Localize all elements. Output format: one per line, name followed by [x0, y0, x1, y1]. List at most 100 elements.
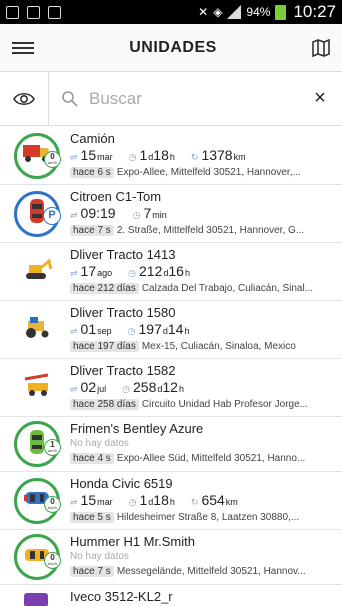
date-value: 17: [80, 263, 97, 279]
unit-list-item[interactable]: Iveco 3512-KL2_r: [0, 585, 342, 606]
duration-a: 212: [139, 263, 163, 279]
unit-avatar: [4, 247, 70, 296]
unit-name: Dliver Tracto 1580: [70, 305, 176, 320]
clock-icon: ◷: [132, 210, 141, 220]
unit-list-item[interactable]: 1 km/h Frimen's Bentley Azure No hay datos h…: [0, 417, 342, 472]
unit-info: Hummer H1 Mr.Smith No hay datos hace 7 s Me…: [70, 534, 338, 580]
duration-stat: ◷ 258 d 12 h: [122, 379, 184, 397]
last-date-stat: ⇌ 02 jul: [70, 379, 106, 397]
duration-stat: ◷ 212 d 16 h: [128, 263, 190, 281]
last-update-badge: hace 258 días: [70, 399, 139, 410]
distance-stat: ↻ 1378 km: [191, 147, 246, 165]
unit-avatar: [4, 589, 70, 606]
calendar-icon: ⇌: [70, 268, 78, 278]
unit-name: Hummer H1 Mr.Smith: [70, 534, 195, 549]
speed-unit: km/h: [48, 504, 57, 510]
map-icon[interactable]: [312, 38, 330, 57]
no-data-text: No hay datos: [70, 551, 129, 562]
speed-unit: km/h: [48, 448, 57, 453]
unit-avatar: 0 km/h: [4, 131, 70, 180]
date-value: 01: [80, 321, 97, 337]
unit-list: 0 km/h Camión ⇌ 15 mar ◷ 1 d 18 h ↻ 1378 km hace 6 s Ex…: [0, 127, 342, 606]
no-data-text: No hay datos: [70, 438, 129, 449]
clear-search-button[interactable]: ×: [310, 87, 330, 110]
calendar-icon: ⇌: [70, 210, 78, 220]
image-notification-icon: [27, 5, 40, 19]
calendar-icon: ⇌: [70, 384, 78, 394]
unit-info: Iveco 3512-KL2_r: [70, 589, 338, 606]
unit-name: Citroen C1-Tom: [70, 189, 162, 204]
duration-stat: ◷ 197 d 14 h: [128, 321, 190, 339]
unit-list-item[interactable]: 0 km/h Hummer H1 Mr.Smith No hay datos hace …: [0, 530, 342, 585]
date-value: 09:19: [80, 205, 116, 221]
speed-badge: 0 km/h: [44, 552, 61, 569]
duration-b-unit: h: [178, 384, 184, 394]
unit-stats: ⇌ 02 jul ◷ 258 d 12 h: [70, 379, 338, 397]
notification-icons: [6, 5, 61, 19]
unit-list-item[interactable]: Dliver Tracto 1580 ⇌ 01 sep ◷ 197 d 14 h hace 197…: [0, 301, 342, 359]
duration-a: 197: [138, 321, 162, 337]
calendar-icon: ⇌: [70, 152, 78, 162]
duration-b: 12: [162, 379, 178, 395]
status-ring: 0 km/h: [14, 132, 61, 179]
unit-address-line: hace 258 días Circuito Unidad Hab Profeso…: [70, 397, 338, 412]
unit-list-item[interactable]: 0 km/h Camión ⇌ 15 mar ◷ 1 d 18 h ↻ 1378 km hace 6 s Ex…: [0, 127, 342, 185]
unit-list-item[interactable]: P Citroen C1-Tom ⇌ 09:19 ◷ 7 min hace 7 s 2. Str…: [0, 185, 342, 243]
duration-a: 258: [133, 379, 157, 395]
unit-info: Dliver Tracto 1413 ⇌ 17 ago ◷ 212 d 16 h hace 212…: [70, 247, 338, 296]
unit-info: Frimen's Bentley Azure No hay datos hace 4…: [70, 421, 338, 467]
last-update-badge: hace 6 s: [70, 167, 114, 178]
duration-a: 1: [139, 492, 148, 508]
calendar-icon: ⇌: [70, 497, 78, 507]
clock-icon: ◷: [122, 384, 130, 394]
distance-value: 1378: [201, 147, 233, 163]
unit-name: Dliver Tracto 1413: [70, 247, 176, 262]
unit-avatar: P: [4, 189, 70, 238]
distance-stat: ↻ 654 km: [191, 492, 238, 510]
unit-list-item[interactable]: 0 km/h Honda Civic 6519 ⇌ 15 mar ◷ 1 d 18 h ↻ 654 km h…: [0, 472, 342, 530]
duration-b-unit: h: [169, 152, 175, 162]
calendar-icon: ⇌: [70, 326, 78, 336]
unit-list-item[interactable]: Dliver Tracto 1413 ⇌ 17 ago ◷ 212 d 16 h hace 212…: [0, 243, 342, 301]
visibility-toggle-button[interactable]: [0, 72, 49, 125]
date-value: 02: [80, 379, 97, 395]
route-icon: ↻: [190, 152, 199, 162]
speed-unit: km/h: [48, 159, 57, 165]
unit-info: Dliver Tracto 1580 ⇌ 01 sep ◷ 197 d 14 h hace 197…: [70, 305, 338, 354]
search-input[interactable]: [89, 88, 310, 109]
search-row: ×: [0, 72, 342, 126]
address-text: Calzada Del Trabajo, Culiacán, Sinal...: [141, 283, 314, 294]
distance-unit: km: [233, 152, 246, 162]
distance-unit: km: [225, 497, 238, 507]
unit-list-item[interactable]: Dliver Tracto 1582 ⇌ 02 jul ◷ 258 d 12 h hace 258…: [0, 359, 342, 417]
hamburger-menu-icon[interactable]: [12, 41, 34, 54]
clock-icon: ◷: [127, 326, 136, 336]
clipboard-notification-icon: [48, 5, 61, 19]
unit-name: Dliver Tracto 1582: [70, 363, 176, 378]
wifi-icon: ◈: [213, 5, 223, 19]
unit-stats: ⇌ 15 mar ◷ 1 d 18 h ↻ 654 km: [70, 492, 338, 510]
unit-avatar: 0 km/h: [4, 534, 70, 580]
search-icon: [62, 90, 78, 107]
date-value: 15: [80, 147, 97, 163]
status-ring: P: [14, 190, 61, 237]
unit-address-line: hace 197 días Mex-15, Culiacán, Sinaloa, …: [70, 339, 338, 354]
duration-stat: ◷ 1 d 18 h: [129, 147, 175, 165]
route-icon: ↻: [190, 497, 199, 507]
unit-name: Camión: [70, 131, 115, 146]
last-update-badge: hace 212 días: [70, 283, 139, 294]
duration-stat: ◷ 1 d 18 h: [129, 492, 175, 510]
signal-icon: [227, 5, 242, 19]
system-icons: ✕ ◈ 94% 10:27: [198, 2, 336, 22]
unit-address-line: hace 7 s 2. Straße, Mittelfeld 30521, Han…: [70, 223, 338, 238]
unit-avatar: 1 km/h: [4, 421, 70, 467]
duration-stat: ◷ 7 min: [133, 205, 167, 223]
unit-address-line: hace 6 s Expo-Allee, Mittelfeld 30521, Ha…: [70, 165, 338, 180]
last-date-stat: ⇌ 15 mar: [70, 147, 113, 165]
address-text: 2. Straße, Mittelfeld 30521, Hannover, G…: [116, 225, 305, 236]
duration-b-unit: h: [184, 326, 190, 336]
duration-a-unit: min: [152, 210, 167, 220]
unit-stats: ⇌ 01 sep ◷ 197 d 14 h: [70, 321, 338, 339]
clock: 10:27: [293, 2, 336, 21]
unit-address-line: hace 7 s Messegelände, Mittelfeld 30521, …: [70, 564, 338, 579]
